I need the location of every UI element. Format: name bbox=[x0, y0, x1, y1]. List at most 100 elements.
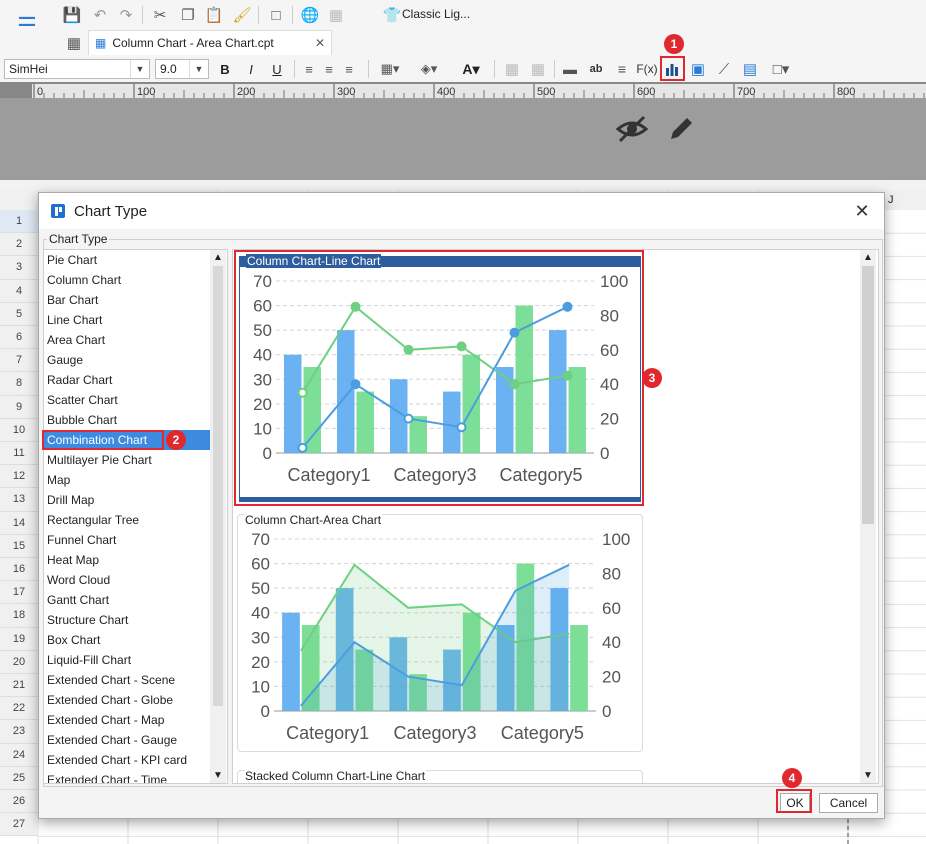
chart-thumb-column-area[interactable]: Column Chart-Area Chart 0 10 20 30 40 50 60 70 0… bbox=[237, 513, 643, 752]
column-header-j[interactable]: J bbox=[888, 194, 894, 206]
font-name-select[interactable]: SimHei ▼ bbox=[4, 59, 150, 79]
scroll-up-icon[interactable]: ▲ bbox=[863, 252, 873, 263]
row-number[interactable]: 20 bbox=[0, 650, 38, 674]
row-number[interactable]: 2 bbox=[0, 233, 38, 257]
row-number[interactable]: 24 bbox=[0, 743, 38, 767]
chart-type-item[interactable]: Column Chart bbox=[44, 270, 210, 290]
align-right-icon[interactable]: ≡ bbox=[340, 59, 358, 79]
italic-icon[interactable]: I bbox=[242, 59, 260, 79]
chart-type-item[interactable]: Word Cloud bbox=[44, 570, 210, 590]
chart-type-item[interactable]: Extended Chart - Scene bbox=[44, 670, 210, 690]
row-number[interactable]: 6 bbox=[0, 326, 38, 350]
bold-icon[interactable]: B bbox=[216, 59, 234, 79]
frame-icon[interactable]: □▾ bbox=[766, 59, 796, 79]
unmerge-cells-icon[interactable]: ▦ bbox=[528, 59, 548, 79]
theme-shirt-icon[interactable]: 👕 bbox=[382, 5, 402, 25]
cut-icon[interactable]: ✂ bbox=[150, 5, 170, 25]
undo-icon[interactable]: ↶ bbox=[90, 5, 110, 25]
border-icon[interactable]: ▦▾ bbox=[376, 59, 404, 79]
row-number[interactable]: 3 bbox=[0, 256, 38, 280]
formula-icon[interactable]: F(x) bbox=[636, 59, 658, 79]
insert-image-icon[interactable]: ▣ bbox=[688, 59, 708, 79]
row-number[interactable]: 18 bbox=[0, 604, 38, 628]
font-size-select[interactable]: 9.0 ▼ bbox=[155, 59, 209, 79]
chart-type-item[interactable]: Extended Chart - Globe bbox=[44, 690, 210, 710]
row-number[interactable]: 21 bbox=[0, 674, 38, 698]
chart-type-item[interactable]: Bar Chart bbox=[44, 290, 210, 310]
slash-line-icon[interactable]: ⟋ bbox=[714, 59, 734, 79]
format-painter-icon[interactable]: 🖌 bbox=[232, 5, 252, 25]
chart-type-item[interactable]: Funnel Chart bbox=[44, 530, 210, 550]
underline-icon[interactable]: U bbox=[268, 59, 286, 79]
row-number[interactable]: 25 bbox=[0, 766, 38, 790]
cell-grid-icon[interactable]: ▦ bbox=[64, 33, 84, 53]
chart-type-item[interactable]: Box Chart bbox=[44, 630, 210, 650]
align-center-icon[interactable]: ≡ bbox=[320, 59, 338, 79]
row-number[interactable]: 26 bbox=[0, 790, 38, 814]
row-number[interactable]: 8 bbox=[0, 372, 38, 396]
chart-type-item[interactable]: Drill Map bbox=[44, 490, 210, 510]
row-number[interactable]: 9 bbox=[0, 395, 38, 419]
chart-type-item[interactable]: Pie Chart bbox=[44, 250, 210, 270]
row-number[interactable]: 4 bbox=[0, 279, 38, 303]
tab-column-chart-area-chart[interactable]: ▦ Column Chart - Area Chart.cpt ✕ bbox=[88, 30, 332, 55]
chart-type-item[interactable]: Gantt Chart bbox=[44, 590, 210, 610]
font-color-icon[interactable]: A▾ bbox=[454, 59, 488, 79]
row-number[interactable]: 1 bbox=[0, 210, 38, 234]
row-number[interactable]: 13 bbox=[0, 488, 38, 512]
close-icon[interactable]: ✕ bbox=[851, 200, 873, 222]
chart-type-item[interactable]: Multilayer Pie Chart bbox=[44, 450, 210, 470]
scroll-thumb[interactable] bbox=[213, 266, 223, 706]
scroll-up-icon[interactable]: ▲ bbox=[213, 252, 223, 263]
chart-type-item[interactable]: Area Chart bbox=[44, 330, 210, 350]
merge-cells-icon[interactable]: ▦ bbox=[502, 59, 522, 79]
align-left-icon[interactable]: ≡ bbox=[300, 59, 318, 79]
row-number[interactable]: 16 bbox=[0, 558, 38, 582]
globe-icon[interactable]: 🌐 bbox=[300, 5, 320, 25]
save-icon[interactable]: 💾 bbox=[62, 5, 82, 25]
chart-type-item[interactable]: Scatter Chart bbox=[44, 390, 210, 410]
chart-type-list[interactable]: Pie Chart Column Chart Bar Chart Line Chart… bbox=[43, 249, 228, 784]
paste-icon[interactable]: 📋 bbox=[204, 5, 224, 25]
copy-icon[interactable]: ❐ bbox=[178, 5, 198, 25]
link-icon[interactable]: ▬ bbox=[560, 59, 580, 79]
chart-type-item[interactable]: Liquid-Fill Chart bbox=[44, 650, 210, 670]
chart-type-item[interactable]: Heat Map bbox=[44, 550, 210, 570]
chart-type-item[interactable]: Rectangular Tree bbox=[44, 510, 210, 530]
fill-color-icon[interactable]: ◈▾ bbox=[414, 59, 444, 79]
hide-icon[interactable] bbox=[614, 112, 650, 146]
chart-type-item[interactable]: Extended Chart - KPI card bbox=[44, 750, 210, 770]
row-number[interactable]: 23 bbox=[0, 720, 38, 744]
chart-type-item[interactable]: Extended Chart - Time bbox=[44, 770, 210, 783]
chart-type-item[interactable]: Gauge bbox=[44, 350, 210, 370]
subreport-icon[interactable]: ▤ bbox=[740, 59, 760, 79]
cancel-button[interactable]: Cancel bbox=[819, 793, 878, 813]
redo-icon[interactable]: ↷ bbox=[116, 5, 136, 25]
row-number[interactable]: 14 bbox=[0, 511, 38, 535]
scroll-down-icon[interactable]: ▼ bbox=[213, 770, 223, 781]
edit-pencil-icon[interactable] bbox=[664, 112, 698, 146]
chart-type-item[interactable]: Structure Chart bbox=[44, 610, 210, 630]
row-number[interactable]: 5 bbox=[0, 302, 38, 326]
text-box-icon[interactable]: □ bbox=[266, 5, 286, 25]
row-number[interactable]: 15 bbox=[0, 534, 38, 558]
row-number[interactable]: 27 bbox=[0, 813, 38, 837]
list-scrollbar[interactable]: ▲ ▼ bbox=[210, 250, 226, 783]
paragraph-icon[interactable]: ≡ bbox=[612, 59, 632, 79]
preview-scrollbar[interactable]: ▲ ▼ bbox=[860, 250, 876, 783]
row-number[interactable]: 22 bbox=[0, 697, 38, 721]
chart-type-item[interactable]: Radar Chart bbox=[44, 370, 210, 390]
text-icon[interactable]: ab bbox=[586, 59, 606, 79]
scroll-down-icon[interactable]: ▼ bbox=[863, 770, 873, 781]
row-number[interactable]: 19 bbox=[0, 627, 38, 651]
chart-thumb-stacked-column-line[interactable]: Stacked Column Chart-Line Chart bbox=[237, 769, 643, 783]
chart-type-item[interactable]: Line Chart bbox=[44, 310, 210, 330]
close-tab-icon[interactable]: ✕ bbox=[315, 36, 325, 50]
row-number[interactable]: 17 bbox=[0, 581, 38, 605]
chart-type-item[interactable]: Map bbox=[44, 470, 210, 490]
scroll-thumb[interactable] bbox=[862, 266, 874, 524]
row-number[interactable]: 11 bbox=[0, 442, 38, 466]
chart-type-item[interactable]: Bubble Chart bbox=[44, 410, 210, 430]
row-number[interactable]: 10 bbox=[0, 418, 38, 442]
chart-type-item[interactable]: Extended Chart - Map bbox=[44, 710, 210, 730]
